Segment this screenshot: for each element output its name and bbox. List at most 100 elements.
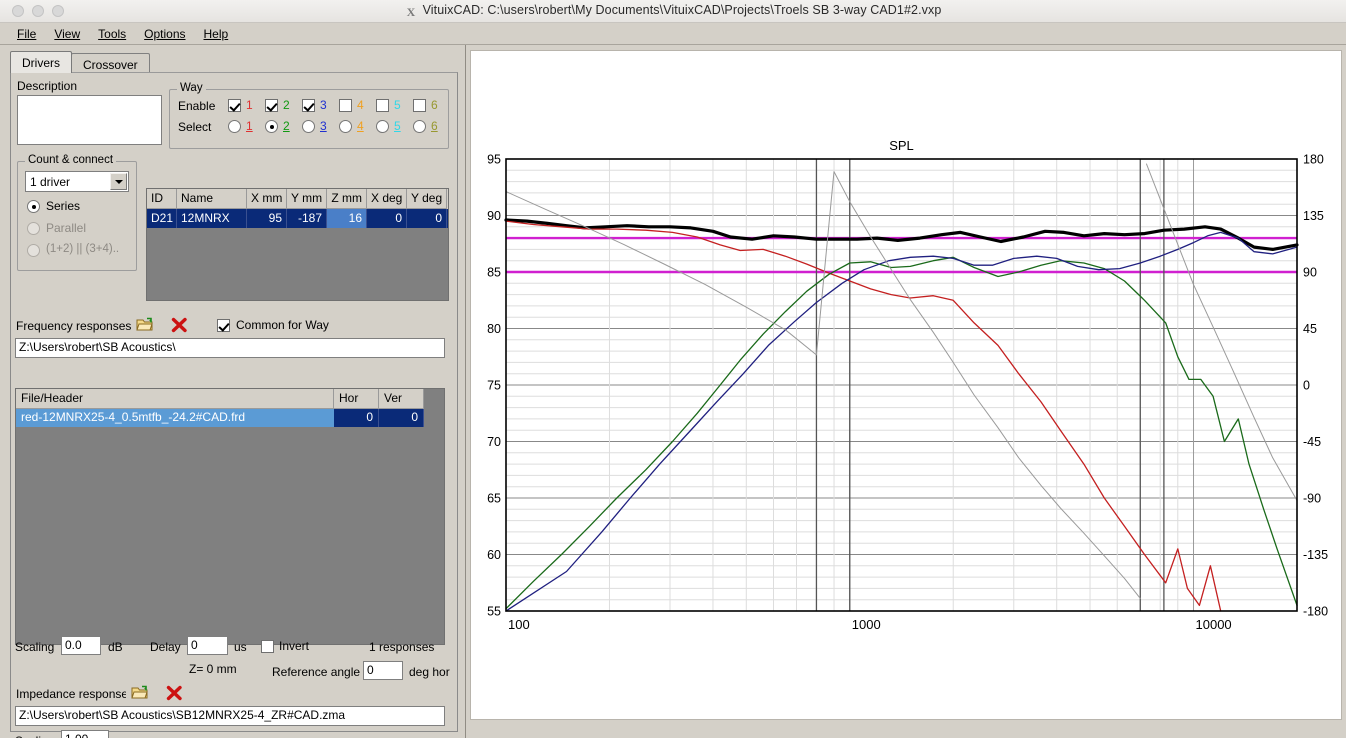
folder-open-glyph — [135, 317, 153, 330]
driver-count-combo[interactable]: 1 driver — [25, 171, 129, 192]
connect-label-series: Series — [46, 199, 81, 213]
frequency-response-path-input[interactable]: Z:\Users\robert\SB Acoustics\ — [15, 338, 445, 358]
menu-tools[interactable]: Tools — [89, 25, 135, 43]
red-x-icon — [171, 317, 187, 332]
red-x-icon — [166, 685, 182, 700]
driver-cell-xmm: 95 — [247, 209, 287, 228]
list-item[interactable]: red-12MNRX25-4_0.5mtfb_-24.2#CAD.frd 0 0 — [16, 409, 444, 427]
way-enable-number-6: 6 — [431, 98, 438, 112]
svg-text:100: 100 — [508, 617, 530, 632]
folder-open-icon[interactable] — [131, 313, 158, 336]
tab-drivers[interactable]: Drivers — [10, 51, 72, 73]
svg-text:-135: -135 — [1303, 548, 1328, 562]
impedance-response-label: Impedance response — [16, 687, 129, 701]
drivers-tab-page: Description Way Enable Select 1 2 3 4 5 … — [10, 72, 458, 738]
reference-angle-label: Reference angle — [272, 665, 361, 679]
svg-text:10000: 10000 — [1196, 617, 1232, 632]
way-enable-checkbox-2[interactable] — [265, 99, 278, 112]
way-select-radio-6[interactable] — [413, 120, 426, 133]
svg-text:80: 80 — [487, 322, 501, 336]
way-enable-checkbox-5[interactable] — [376, 99, 389, 112]
connect-radio-series[interactable] — [27, 200, 40, 213]
way-select-radio-3[interactable] — [302, 120, 315, 133]
svg-text:45: 45 — [1303, 322, 1317, 336]
menu-view[interactable]: View — [45, 25, 89, 43]
chevron-down-icon[interactable] — [110, 173, 127, 190]
driver-col-ydeg: Y deg — [407, 189, 447, 209]
way-select-radio-5[interactable] — [376, 120, 389, 133]
vituixcad-window: X VituixCAD: C:\users\robert\My Documents… — [0, 0, 1346, 738]
invert-label: Invert — [279, 639, 310, 653]
way-select-number-3: 3 — [320, 119, 327, 133]
svg-text:1000: 1000 — [852, 617, 881, 632]
menu-file[interactable]: File — [8, 25, 45, 43]
driver-col-id: ID — [147, 189, 177, 209]
response-scaling-label: Scaling — [15, 640, 55, 654]
way-select-number-6: 6 — [431, 119, 438, 133]
description-label: Description — [17, 79, 78, 93]
svg-text:65: 65 — [487, 492, 501, 506]
menu-bar: File View Tools Options Help — [0, 23, 1346, 45]
way-enable-checkbox-3[interactable] — [302, 99, 315, 112]
impedance-scaling-input[interactable]: 1.00 — [61, 730, 109, 738]
connect-radio-series-parallel[interactable] — [27, 244, 40, 257]
way-select-label: Select — [178, 120, 212, 134]
frequency-responses-label: Frequency responses — [16, 319, 132, 333]
invert-checkbox[interactable] — [261, 640, 274, 653]
svg-text:135: 135 — [1303, 209, 1324, 223]
title-bar: X VituixCAD: C:\users\robert\My Documents… — [0, 0, 1346, 23]
way-select-radio-2[interactable] — [265, 120, 278, 133]
way-enable-checkbox-6[interactable] — [413, 99, 426, 112]
driver-count-value: 1 driver — [30, 174, 71, 189]
menu-options[interactable]: Options — [135, 25, 194, 43]
svg-text:0: 0 — [1303, 379, 1310, 393]
svg-text:70: 70 — [487, 435, 501, 449]
connect-label-series-parallel: (1+2) || (3+4).. — [46, 243, 120, 255]
reference-angle-unit: deg hor — [409, 665, 450, 679]
way-enable-label: Enable — [178, 99, 216, 113]
way-select-radio-4[interactable] — [339, 120, 352, 133]
spl-chart[interactable]: 55 60 65 70 75 80 85 90 95 -180 -135 -90 -45 0 45 90 135… — [471, 51, 1341, 719]
response-scaling-unit: dB — [108, 640, 123, 654]
app-icon: X — [406, 5, 416, 19]
connect-radio-parallel[interactable] — [27, 222, 40, 235]
way-select-radio-1[interactable] — [228, 120, 241, 133]
delete-impedance-response-button[interactable] — [161, 681, 188, 704]
description-input[interactable] — [17, 95, 162, 145]
svg-text:-90: -90 — [1303, 492, 1321, 506]
folder-open-icon — [130, 685, 148, 698]
response-scaling-input[interactable]: 0.0 — [61, 636, 101, 655]
file-name-cell: red-12MNRX25-4_0.5mtfb_-24.2#CAD.frd — [16, 409, 334, 427]
driver-cell-id: D21 — [147, 209, 177, 228]
impedance-path-input[interactable]: Z:\Users\robert\SB Acoustics\SB12MNRX25-… — [15, 706, 445, 726]
delete-frequency-response-button[interactable] — [166, 313, 193, 336]
way-enable-checkbox-4[interactable] — [339, 99, 352, 112]
menu-help-label: Help — [203, 26, 229, 41]
common-for-way-checkbox[interactable] — [217, 319, 230, 332]
way-enable-checkbox-1[interactable] — [228, 99, 241, 112]
driver-cell-ydeg: 0 — [407, 209, 447, 228]
delay-unit: us — [234, 640, 247, 654]
menu-options-label: Options — [144, 26, 186, 41]
frequency-response-file-list[interactable]: File/Header Hor Ver red-12MNRX25-4_0.5mt… — [15, 388, 445, 645]
driver-cell-ymm: -187 — [287, 209, 327, 228]
table-row[interactable]: D21 12MNRX 95 -187 16 0 0 — [147, 209, 448, 228]
menu-help[interactable]: Help — [195, 25, 238, 43]
svg-text:95: 95 — [487, 153, 501, 167]
driver-col-xmm: X mm — [247, 189, 287, 209]
window-title-text: VituixCAD: C:\users\robert\My Documents\… — [422, 3, 942, 17]
reference-angle-input[interactable]: 0 — [363, 661, 403, 680]
tab-strip: Drivers Crossover — [10, 51, 150, 73]
way-enable-number-5: 5 — [394, 98, 401, 112]
driver-table[interactable]: ID Name X mm Y mm Z mm X deg Y deg D21 1… — [146, 188, 449, 301]
delay-input[interactable]: 0 — [187, 636, 228, 655]
way-select-number-5: 5 — [394, 119, 401, 133]
way-enable-number-1: 1 — [246, 98, 253, 112]
way-enable-number-4: 4 — [357, 98, 364, 112]
svg-text:-180: -180 — [1303, 605, 1328, 619]
spl-chart-panel[interactable]: 55 60 65 70 75 80 85 90 95 -180 -135 -90 -45 0 45 90 135… — [470, 50, 1342, 720]
folder-open-impedance-button[interactable] — [126, 681, 153, 704]
tab-crossover[interactable]: Crossover — [71, 53, 150, 73]
driver-cell-name: 12MNRX — [177, 209, 247, 228]
driver-cell-zmm[interactable]: 16 — [327, 209, 367, 228]
